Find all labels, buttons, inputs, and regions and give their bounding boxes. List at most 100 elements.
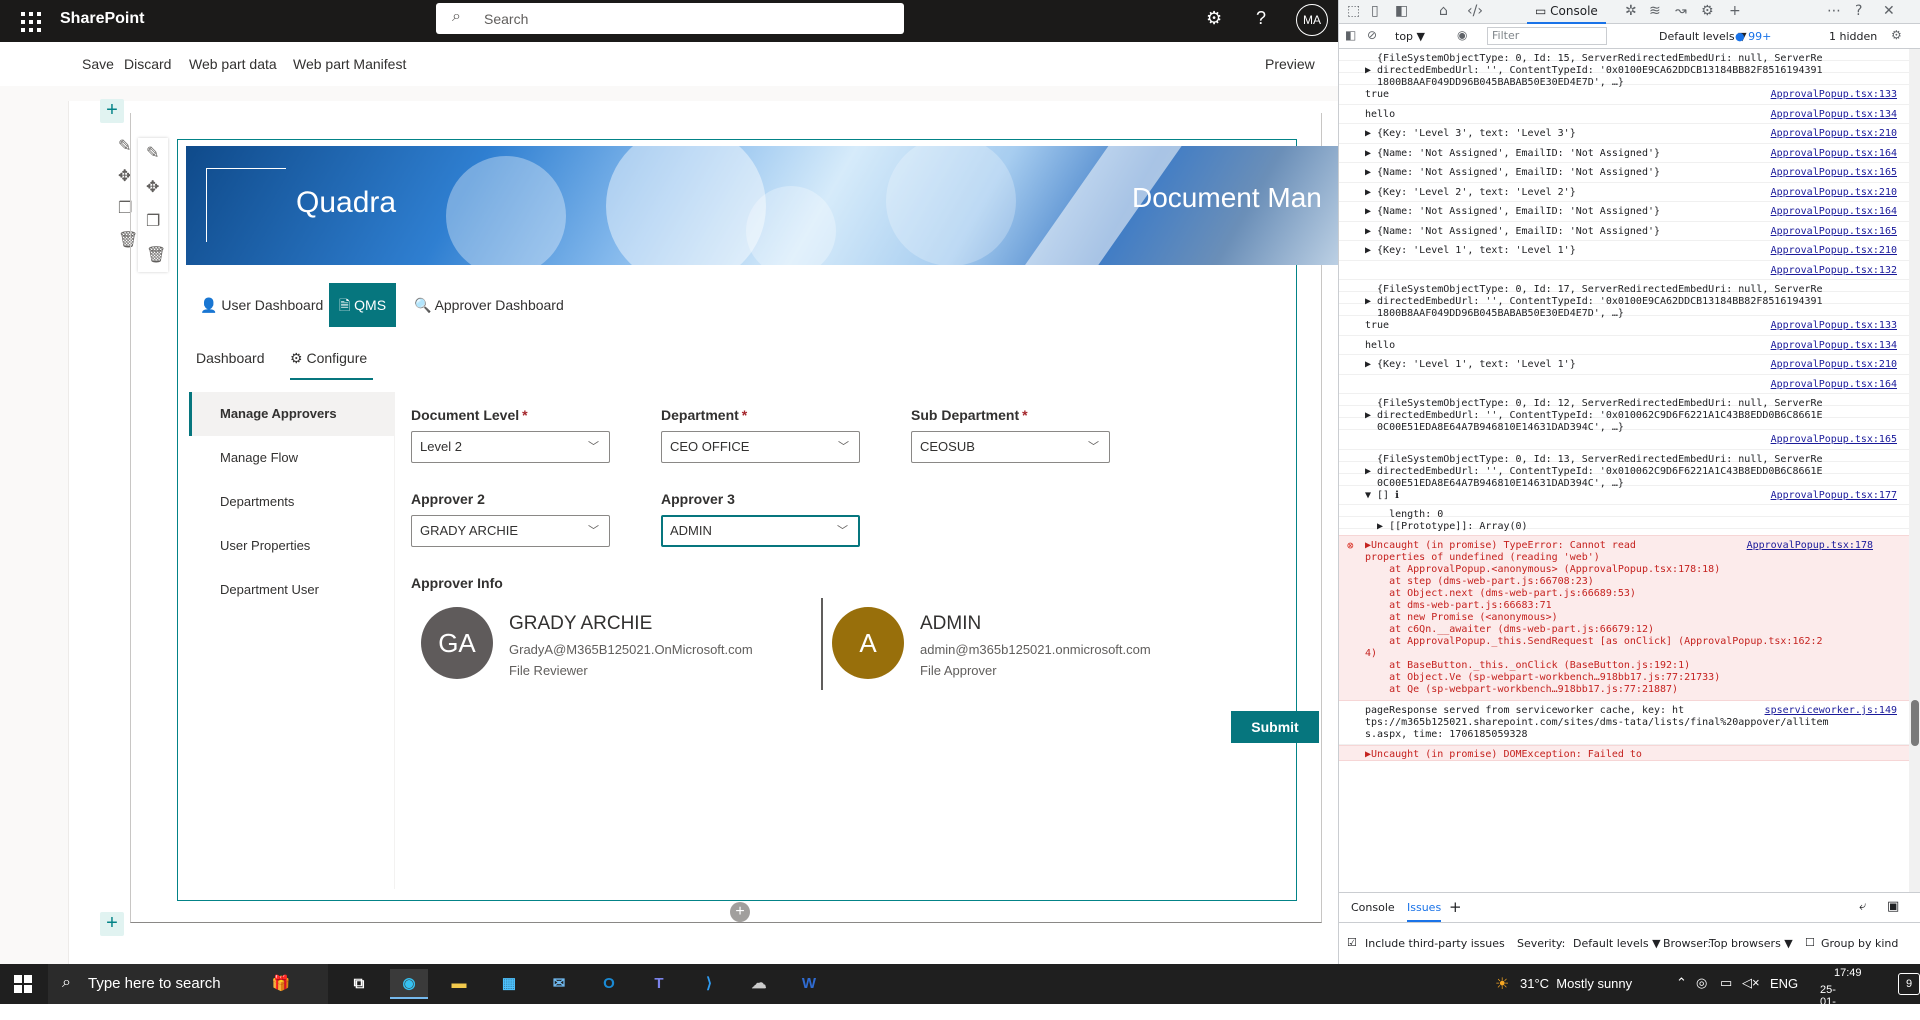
clear-icon[interactable]: ⊘ bbox=[1367, 28, 1377, 42]
dock-icon[interactable]: ⤶ bbox=[1859, 899, 1866, 914]
more-icon[interactable]: ⋯ bbox=[1827, 3, 1841, 19]
nav-item-manage-flow[interactable]: Manage Flow bbox=[189, 436, 395, 480]
task-view-icon[interactable]: ⧉ bbox=[340, 969, 378, 999]
source-link[interactable]: spserviceworker.js:149 bbox=[1765, 705, 1897, 717]
tab-user-dashboard[interactable]: 👤 User Dashboard bbox=[200, 283, 323, 327]
console-line[interactable]: ▶ {Name: 'Not Assigned', EmailID: 'Not A… bbox=[1339, 222, 1909, 241]
language-indicator[interactable]: ENG bbox=[1770, 976, 1798, 991]
source-link[interactable]: ApprovalPopup.tsx:165 bbox=[1771, 434, 1897, 446]
submit-button[interactable]: Submit bbox=[1231, 711, 1319, 743]
console-line[interactable]: length: 0 bbox=[1339, 505, 1909, 520]
webpart-manifest-button[interactable]: Web part Manifest bbox=[293, 56, 406, 72]
source-link[interactable]: ApprovalPopup.tsx:164 bbox=[1771, 148, 1897, 160]
add-webpart-icon[interactable]: + bbox=[730, 902, 750, 922]
console-line[interactable]: {FileSystemObjectType: 0, Id: 15, Server… bbox=[1339, 49, 1909, 64]
console-line[interactable]: ApprovalPopup.tsx:164 bbox=[1339, 375, 1909, 394]
scrollbar-thumb[interactable] bbox=[1911, 700, 1919, 746]
console-line[interactable]: ▶ directedEmbedUrl: '', ContentTypeId: '… bbox=[1339, 292, 1909, 307]
teams-icon[interactable]: T bbox=[640, 969, 678, 999]
add-section-bottom-icon[interactable]: + bbox=[100, 912, 124, 936]
app-icon[interactable]: ☁ bbox=[740, 969, 778, 999]
approver2-dropdown[interactable]: GRADY ARCHIE ﹀ bbox=[411, 515, 610, 547]
network-tray-icon[interactable]: ◎ bbox=[1696, 975, 1707, 991]
source-link[interactable]: ApprovalPopup.tsx:210 bbox=[1771, 128, 1897, 140]
source-link[interactable]: ApprovalPopup.tsx:164 bbox=[1771, 379, 1897, 391]
source-link[interactable]: ApprovalPopup.tsx:210 bbox=[1771, 187, 1897, 199]
console-line[interactable]: hello ApprovalPopup.tsx:134 bbox=[1339, 336, 1909, 355]
inspect-icon[interactable]: ⬚ bbox=[1347, 3, 1360, 19]
vscode-icon[interactable]: ⟩ bbox=[690, 969, 728, 999]
console-line[interactable]: ▶ [[Prototype]]: Array(0) bbox=[1339, 517, 1909, 532]
console-line[interactable]: pageResponse served from serviceworker c… bbox=[1339, 701, 1909, 745]
mail-icon[interactable]: ✉ bbox=[540, 969, 578, 999]
windows-start-icon[interactable] bbox=[14, 975, 32, 993]
document-level-dropdown[interactable]: Level 2 ﹀ bbox=[411, 431, 610, 463]
source-link[interactable]: ApprovalPopup.tsx:165 bbox=[1771, 167, 1897, 179]
source-link[interactable]: ApprovalPopup.tsx:133 bbox=[1771, 89, 1897, 101]
console-error[interactable]: ▶Uncaught (in promise) DOMException: Fai… bbox=[1339, 745, 1909, 761]
console-line[interactable]: ▶ {Key: 'Level 1', text: 'Level 1'} Appro… bbox=[1339, 241, 1909, 261]
sidebar-icon[interactable]: ◧ bbox=[1345, 28, 1356, 42]
console-line[interactable]: true ApprovalPopup.tsx:133 bbox=[1339, 85, 1909, 105]
gear-icon[interactable]: ⚙ bbox=[1206, 8, 1222, 29]
help-icon[interactable]: ? bbox=[1855, 3, 1862, 19]
source-link[interactable]: ApprovalPopup.tsx:165 bbox=[1771, 226, 1897, 238]
console-line[interactable]: ▼ [] ℹ ApprovalPopup.tsx:177 bbox=[1339, 486, 1909, 505]
clock-date[interactable]: 25-01-2024 bbox=[1820, 984, 1844, 1020]
eye-icon[interactable]: ◉ bbox=[1457, 28, 1467, 42]
console-line[interactable]: ▶ directedEmbedUrl: '', ContentTypeId: '… bbox=[1339, 462, 1909, 477]
source-link[interactable]: ApprovalPopup.tsx:164 bbox=[1771, 206, 1897, 218]
app-launcher-icon[interactable] bbox=[18, 9, 42, 33]
network-icon[interactable]: ≋ bbox=[1649, 3, 1661, 19]
sub-department-dropdown[interactable]: CEOSUB ﹀ bbox=[911, 431, 1110, 463]
source-link[interactable]: ApprovalPopup.tsx:132 bbox=[1771, 265, 1897, 277]
console-line[interactable]: ApprovalPopup.tsx:132 bbox=[1339, 261, 1909, 280]
context-select[interactable]: top ▼ bbox=[1395, 30, 1425, 43]
source-link[interactable]: ApprovalPopup.tsx:133 bbox=[1771, 320, 1897, 332]
sidebar-toggle-icon[interactable]: ◧ bbox=[1395, 3, 1408, 19]
console-line[interactable]: ApprovalPopup.tsx:165 bbox=[1339, 430, 1909, 450]
source-link[interactable]: ApprovalPopup.tsx:210 bbox=[1771, 245, 1897, 257]
filter-input[interactable]: Filter bbox=[1487, 27, 1607, 45]
browser-select[interactable]: Top browsers ▼ bbox=[1709, 937, 1793, 950]
console-line[interactable]: 1800B8AAF049DD96B045BABAB50E30ED4E7D', …… bbox=[1339, 73, 1909, 88]
source-link[interactable]: ApprovalPopup.tsx:210 bbox=[1771, 359, 1897, 371]
search-box[interactable]: ⌕ Search bbox=[436, 3, 904, 34]
drawer-tab-issues[interactable]: Issues bbox=[1407, 901, 1442, 922]
help-icon[interactable]: ? bbox=[1256, 8, 1266, 29]
home-icon[interactable]: ⌂ bbox=[1439, 3, 1448, 19]
edge-browser-icon[interactable]: ◉ bbox=[390, 969, 428, 999]
preview-button[interactable]: Preview bbox=[1265, 56, 1315, 72]
console-scrollbar[interactable] bbox=[1909, 49, 1920, 892]
elements-icon[interactable]: ‹/› bbox=[1467, 3, 1483, 19]
volume-icon[interactable]: ◁× bbox=[1742, 975, 1760, 991]
tab-console[interactable]: ▭ Console bbox=[1527, 0, 1606, 24]
word-icon[interactable]: W bbox=[790, 969, 828, 999]
close-drawer-icon[interactable]: ▣ bbox=[1887, 899, 1899, 914]
console-line[interactable]: ▶ {Key: 'Level 3', text: 'Level 3'} Appro… bbox=[1339, 124, 1909, 144]
console-line[interactable]: ▶ {Key: 'Level 1', text: 'Level 1'} Appro… bbox=[1339, 355, 1909, 375]
outlook-icon[interactable]: O bbox=[590, 969, 628, 999]
nav-item-department-user[interactable]: Department User bbox=[189, 568, 395, 612]
source-link[interactable]: ApprovalPopup.tsx:134 bbox=[1771, 340, 1897, 352]
webpart-data-button[interactable]: Web part data bbox=[189, 56, 277, 72]
drawer-tab-console[interactable]: Console bbox=[1351, 901, 1395, 914]
display-icon[interactable]: ▭ bbox=[1720, 975, 1732, 991]
store-icon[interactable]: ▦ bbox=[490, 969, 528, 999]
console-line[interactable]: ▶ {Key: 'Level 2', text: 'Level 2'} Appro… bbox=[1339, 183, 1909, 202]
settings-gear-icon[interactable]: ⚙ bbox=[1701, 3, 1714, 19]
issues-badge[interactable]: ● 99+ bbox=[1735, 30, 1771, 43]
tab-dashboard[interactable]: Dashboard bbox=[196, 350, 265, 366]
add-tab-icon[interactable]: + bbox=[1729, 3, 1741, 19]
brand-name[interactable]: SharePoint bbox=[60, 10, 144, 28]
department-dropdown[interactable]: CEO OFFICE ﹀ bbox=[661, 431, 860, 463]
console-line[interactable]: {FileSystemObjectType: 0, Id: 12, Server… bbox=[1339, 394, 1909, 409]
close-icon[interactable]: ✕ bbox=[1883, 3, 1895, 19]
tab-configure[interactable]: ⚙ Configure bbox=[290, 350, 367, 367]
console-line[interactable]: true ApprovalPopup.tsx:133 bbox=[1339, 316, 1909, 336]
performance-icon[interactable]: ↝ bbox=[1675, 3, 1687, 19]
discard-button[interactable]: Discard bbox=[124, 56, 171, 72]
clock-time[interactable]: 17:49 bbox=[1834, 967, 1862, 979]
nav-item-departments[interactable]: Departments bbox=[189, 480, 395, 524]
nav-item-user-properties[interactable]: User Properties bbox=[189, 524, 395, 568]
